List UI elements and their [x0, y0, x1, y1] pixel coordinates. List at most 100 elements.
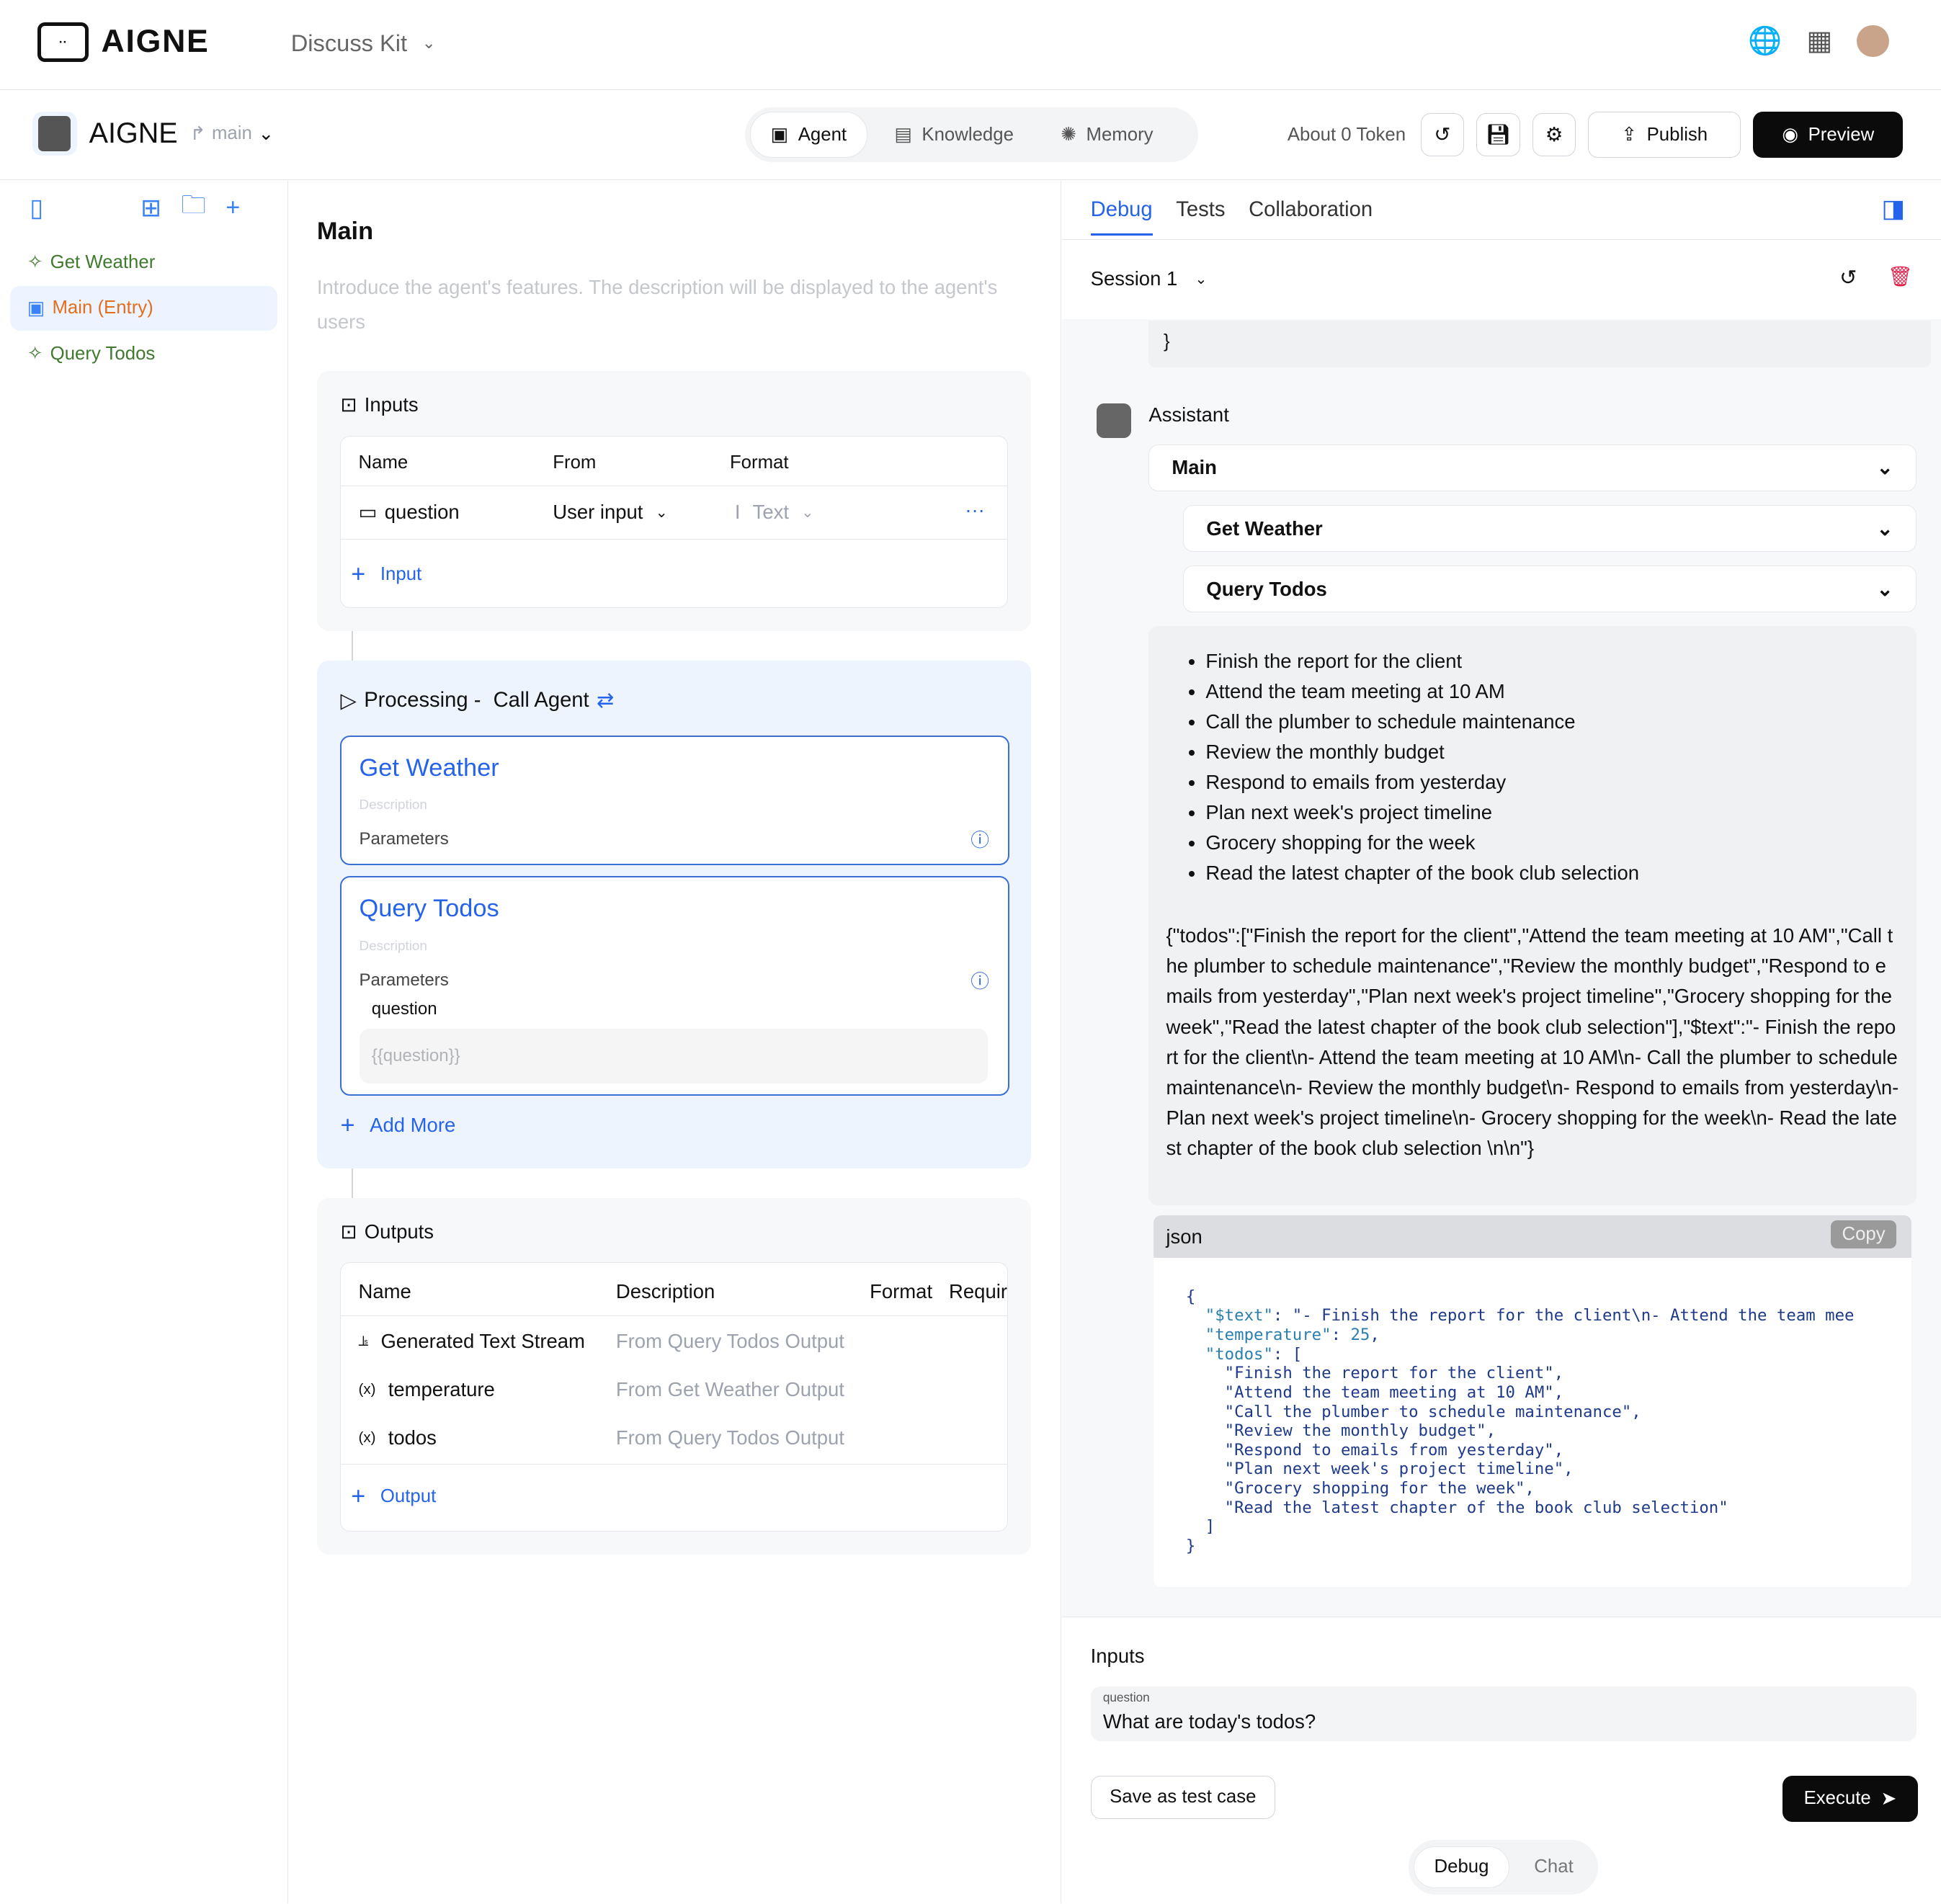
todo-item: Respond to emails from yesterday	[1205, 767, 1916, 797]
book-icon: ▤	[894, 125, 912, 146]
toggle-sidebar-icon[interactable]: ▯	[30, 194, 43, 223]
app-name: Discuss Kit	[290, 30, 408, 57]
publish-label: Publish	[1646, 124, 1708, 145]
code-todo-item: "Attend the team meeting at 10 AM",	[1224, 1382, 1564, 1402]
section-label: Get Weather	[1206, 517, 1323, 540]
tab-label: Knowledge	[922, 124, 1014, 145]
chevron-down-icon: ⌄	[1876, 456, 1893, 479]
parameters-label: Parameters	[359, 970, 449, 991]
parameter-value-input[interactable]: {{question}}	[359, 1028, 989, 1083]
preview-button[interactable]: ◉ Preview	[1753, 112, 1904, 158]
add-icon[interactable]: +	[226, 194, 240, 222]
description-input[interactable]: Introduce the agent's features. The desc…	[317, 270, 1010, 339]
panel-toggle-icon[interactable]: ◨	[1882, 195, 1905, 223]
publish-button[interactable]: ⇪ Publish	[1588, 112, 1741, 158]
delete-icon[interactable]: 🗑︎	[1888, 265, 1913, 288]
sidebar-item-label: Query Todos	[50, 343, 156, 364]
agent-name: Get Weather	[359, 754, 499, 782]
tab-agent[interactable]: ▣ Agent	[750, 112, 867, 158]
output-description: From Query Todos Output	[615, 1330, 844, 1353]
globe-icon[interactable]: 🌐	[1748, 25, 1782, 57]
branch-selector[interactable]: ↱ main ⌄	[190, 123, 274, 145]
agent-card-query-todos[interactable]: Query Todos Description Parameters ⓘ que…	[340, 876, 1009, 1096]
tab-collaboration[interactable]: Collaboration	[1249, 198, 1373, 236]
add-input-button[interactable]: + Input	[351, 560, 421, 589]
logo-icon: ··	[37, 22, 89, 62]
aigne-logo[interactable]: ·· AIGNE	[37, 22, 210, 62]
import-icon[interactable]: ⊞	[140, 194, 161, 223]
app-switcher[interactable]: Discuss Kit ⌄	[291, 30, 436, 57]
agent-description[interactable]: Description	[360, 939, 427, 955]
sidebar-item-get-weather[interactable]: ✧ Get Weather	[10, 240, 277, 285]
tab-debug[interactable]: Debug	[1090, 198, 1153, 236]
section-title: Processing -	[364, 689, 481, 712]
column-header: Name	[358, 452, 409, 473]
save-test-case-button[interactable]: Save as test case	[1090, 1775, 1275, 1820]
new-folder-icon[interactable]: 🗀︎	[181, 187, 205, 229]
agent-description[interactable]: Description	[360, 797, 427, 813]
history-button[interactable]: ↺	[1420, 113, 1465, 157]
sidebar-item-query-todos[interactable]: ✧ Query Todos	[10, 331, 277, 376]
table-row[interactable]: ⫡ Generated Text Stream	[359, 1330, 585, 1353]
code-temperature: 25	[1350, 1326, 1370, 1345]
history-icon[interactable]: ↺	[1839, 265, 1857, 290]
bottom-mode-tabs: Debug Chat	[1409, 1840, 1599, 1895]
settings-button[interactable]: ⚙	[1532, 113, 1576, 157]
add-more-button[interactable]: + Add More	[340, 1112, 455, 1140]
assistant-message: Finish the report for the clientAttend t…	[1148, 626, 1917, 1206]
variable-icon: (x)	[358, 1381, 376, 1398]
user-avatar[interactable]	[1857, 24, 1890, 58]
mode-tabs: ▣ Agent ▤ Knowledge ✺ Memory	[745, 107, 1199, 163]
swap-icon[interactable]: ⇄	[597, 688, 614, 713]
tab-chat-mode[interactable]: Chat	[1514, 1847, 1593, 1887]
add-output-button[interactable]: + Output	[351, 1483, 436, 1511]
outputs-section: ⊡ Outputs Name Description Format Requir …	[316, 1198, 1032, 1555]
tab-knowledge[interactable]: ▤ Knowledge	[875, 112, 1034, 157]
question-field[interactable]: question What are today's todos?	[1090, 1686, 1917, 1741]
code-todo-item: "Finish the report for the client",	[1224, 1364, 1564, 1383]
section-main[interactable]: Main ⌄	[1148, 444, 1917, 492]
section-query-todos[interactable]: Query Todos ⌄	[1183, 566, 1917, 613]
input-name[interactable]: ▭ question	[359, 501, 460, 524]
agent-title[interactable]: Main	[317, 218, 373, 246]
processing-section: ▷ Processing - Call Agent ⇄ Get Weather Des…	[316, 661, 1032, 1168]
project-name: AIGNE	[89, 117, 178, 150]
question-input[interactable]: What are today's todos?	[1103, 1710, 1316, 1733]
code-todo-item: "Plan next week's project timeline",	[1224, 1460, 1574, 1479]
table-row[interactable]: (x) temperature	[359, 1378, 495, 1401]
table-header: Name From Format	[341, 437, 1007, 487]
info-icon[interactable]: ⓘ	[970, 967, 989, 993]
session-selector[interactable]: Session 1 ⌄	[1091, 267, 1208, 290]
sidebar-item-main[interactable]: ▣ Main (Entry)	[9, 285, 277, 331]
tab-memory[interactable]: ✺ Memory	[1041, 112, 1173, 157]
outputs-icon: ⊡	[340, 1220, 357, 1243]
more-icon[interactable]: ···	[965, 499, 984, 522]
format-select[interactable]: I Text ⌄	[735, 501, 814, 524]
processing-mode[interactable]: Call Agent	[494, 689, 589, 712]
chevron-down-icon: ⌄	[258, 123, 274, 144]
table-row[interactable]: (x) todos	[359, 1426, 437, 1449]
code-todo-item: "Respond to emails from yesterday",	[1224, 1440, 1564, 1460]
variable-icon: (x)	[358, 1429, 376, 1447]
logo-text: AIGNE	[101, 24, 210, 60]
agent-card-get-weather[interactable]: Get Weather Description Parameters ⓘ	[340, 735, 1009, 866]
apps-grid-icon[interactable]: ▦	[1806, 24, 1832, 57]
execute-button[interactable]: Execute ➤	[1782, 1775, 1918, 1822]
todo-item: Grocery shopping for the week	[1205, 828, 1916, 858]
parameters-label: Parameters	[359, 829, 449, 849]
save-button[interactable]: 💾︎	[1476, 113, 1520, 157]
column-header: Format	[870, 1280, 933, 1303]
info-icon[interactable]: ⓘ	[970, 826, 989, 852]
from-select[interactable]: User input ⌄	[553, 501, 668, 524]
code-block: json Copy { "$text": "- Finish the repor…	[1154, 1215, 1911, 1587]
copy-button[interactable]: Copy	[1831, 1220, 1897, 1249]
project-avatar	[32, 111, 77, 156]
tab-tests[interactable]: Tests	[1176, 198, 1225, 236]
robot-icon: ▣	[27, 298, 45, 318]
sidebar-item-label: Get Weather	[50, 251, 156, 272]
section-get-weather[interactable]: Get Weather ⌄	[1183, 504, 1917, 553]
inputs-section: ⊡ Inputs Name From Format ▭ question User …	[316, 371, 1032, 632]
tab-debug-mode[interactable]: Debug	[1414, 1846, 1509, 1889]
table-header: Name Description Format Requir	[341, 1263, 1007, 1316]
message-icon: ▭	[358, 501, 378, 524]
